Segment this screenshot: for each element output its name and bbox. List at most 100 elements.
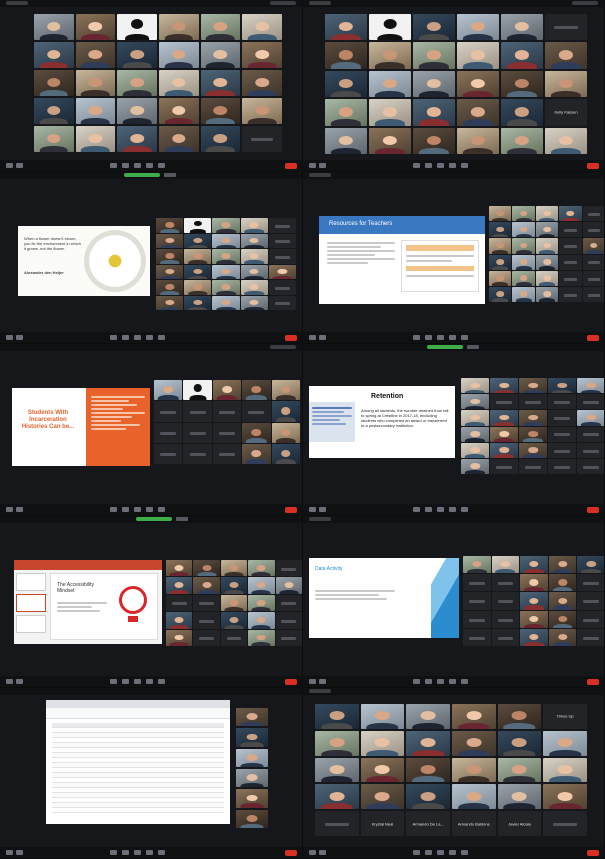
record-icon[interactable] — [146, 335, 153, 340]
participant-video-tile[interactable] — [315, 784, 359, 810]
microphone-icon[interactable] — [6, 850, 13, 855]
participant-video-tile[interactable] — [325, 70, 367, 98]
participant-video-tile[interactable] — [315, 704, 359, 729]
participant-video-tile[interactable] — [34, 126, 74, 152]
chat-icon[interactable] — [425, 335, 432, 340]
participant-video-tile[interactable] — [34, 98, 74, 124]
participant-video-tile[interactable] — [497, 784, 542, 810]
participant-video-tile[interactable] — [75, 126, 116, 152]
participant-video-tile[interactable] — [548, 378, 576, 394]
reactions-icon[interactable] — [461, 507, 468, 512]
participant-video-tile[interactable] — [491, 556, 520, 574]
participant-video-tile[interactable] — [193, 594, 220, 612]
participant-video-tile[interactable]: Kelly Kassen — [545, 99, 587, 126]
participant-video-tile[interactable] — [240, 249, 268, 264]
participant-video-tile[interactable] — [117, 98, 157, 124]
participant-video-tile[interactable] — [240, 280, 268, 295]
participant-video-tile[interactable] — [75, 70, 116, 96]
participant-video-tile[interactable] — [268, 218, 296, 233]
participant-video-tile[interactable]: Armando Baldone — [452, 811, 496, 836]
participant-video-tile[interactable] — [489, 222, 512, 238]
camera-icon[interactable] — [319, 507, 326, 512]
screen-share-indicator[interactable] — [136, 517, 172, 521]
participant-video-tile[interactable] — [490, 458, 518, 474]
participant-video-tile[interactable] — [236, 748, 268, 767]
reactions-icon[interactable] — [158, 850, 165, 855]
participant-video-tile[interactable] — [535, 270, 559, 286]
participant-video-tile[interactable] — [548, 628, 577, 646]
participant-video-tile[interactable] — [543, 811, 587, 836]
participant-video-tile[interactable] — [242, 422, 271, 443]
participant-video-tile[interactable] — [577, 442, 604, 458]
participant-video-tile[interactable] — [577, 410, 604, 426]
participant-video-tile[interactable] — [242, 14, 282, 40]
participant-video-tile[interactable] — [236, 708, 268, 727]
participant-video-tile[interactable] — [248, 594, 275, 612]
microphone-icon[interactable] — [309, 335, 316, 340]
participant-video-tile[interactable] — [166, 629, 193, 646]
speaker-view-button[interactable] — [270, 1, 296, 5]
participant-video-tile[interactable] — [183, 401, 212, 422]
participant-video-tile[interactable] — [75, 14, 116, 40]
participants-icon[interactable] — [413, 679, 420, 684]
participant-video-tile[interactable] — [183, 380, 212, 401]
microphone-icon[interactable] — [309, 679, 316, 684]
participant-video-tile[interactable] — [463, 628, 491, 646]
participant-video-tile[interactable] — [75, 98, 116, 124]
participant-video-tile[interactable] — [512, 206, 535, 222]
camera-icon[interactable] — [319, 163, 326, 168]
participant-video-tile[interactable] — [159, 98, 199, 124]
end-meeting-icon[interactable] — [587, 850, 599, 856]
participant-video-tile[interactable] — [548, 394, 576, 410]
participant-video-tile[interactable] — [489, 286, 512, 302]
participant-video-tile[interactable] — [577, 610, 604, 628]
participant-video-tile[interactable] — [369, 127, 411, 154]
stop-share-button[interactable] — [467, 345, 479, 349]
microphone-icon[interactable] — [6, 679, 13, 684]
participant-video-tile[interactable] — [268, 249, 296, 264]
sheet-row[interactable] — [52, 808, 224, 813]
participant-video-tile[interactable] — [268, 295, 296, 310]
participants-icon[interactable] — [110, 850, 117, 855]
participant-video-tile[interactable] — [582, 238, 604, 254]
participant-video-tile[interactable] — [159, 70, 199, 96]
participant-video-tile[interactable] — [275, 560, 302, 577]
participant-video-tile[interactable] — [548, 442, 576, 458]
participant-video-tile[interactable] — [184, 218, 212, 233]
chat-icon[interactable] — [425, 507, 432, 512]
participant-video-tile[interactable] — [559, 206, 582, 222]
participant-video-tile[interactable] — [489, 270, 512, 286]
participant-video-tile[interactable] — [512, 270, 535, 286]
participant-video-tile[interactable] — [406, 704, 450, 729]
camera-icon[interactable] — [319, 335, 326, 340]
participant-video-tile[interactable] — [159, 126, 199, 152]
participant-video-tile[interactable] — [156, 233, 184, 248]
participant-video-tile[interactable] — [369, 70, 411, 98]
camera-icon[interactable] — [319, 679, 326, 684]
participant-video-tile[interactable] — [236, 769, 268, 788]
participants-icon[interactable] — [110, 507, 117, 512]
participant-video-tile[interactable] — [315, 811, 359, 836]
participant-video-tile[interactable] — [212, 233, 240, 248]
participant-video-tile[interactable] — [512, 286, 535, 302]
participant-video-tile[interactable] — [497, 730, 542, 756]
participant-video-tile[interactable] — [548, 410, 576, 426]
participants-icon[interactable] — [413, 850, 420, 855]
camera-icon[interactable] — [319, 850, 326, 855]
participant-video-tile[interactable] — [559, 222, 582, 238]
participant-video-tile[interactable] — [582, 222, 604, 238]
participant-video-tile[interactable] — [193, 629, 220, 646]
participant-video-tile[interactable] — [271, 380, 300, 401]
participant-video-tile[interactable] — [457, 70, 499, 98]
share-screen-icon[interactable] — [437, 850, 444, 855]
microphone-icon[interactable] — [309, 850, 316, 855]
participant-video-tile[interactable] — [315, 757, 359, 783]
participant-video-tile[interactable] — [248, 577, 275, 594]
record-icon[interactable] — [146, 507, 153, 512]
participant-video-tile[interactable] — [220, 629, 248, 646]
participant-video-tile[interactable] — [242, 42, 282, 68]
participant-video-tile[interactable] — [559, 238, 582, 254]
participant-video-tile[interactable] — [582, 286, 604, 302]
participants-icon[interactable] — [413, 163, 420, 168]
participant-video-tile[interactable] — [548, 426, 576, 442]
